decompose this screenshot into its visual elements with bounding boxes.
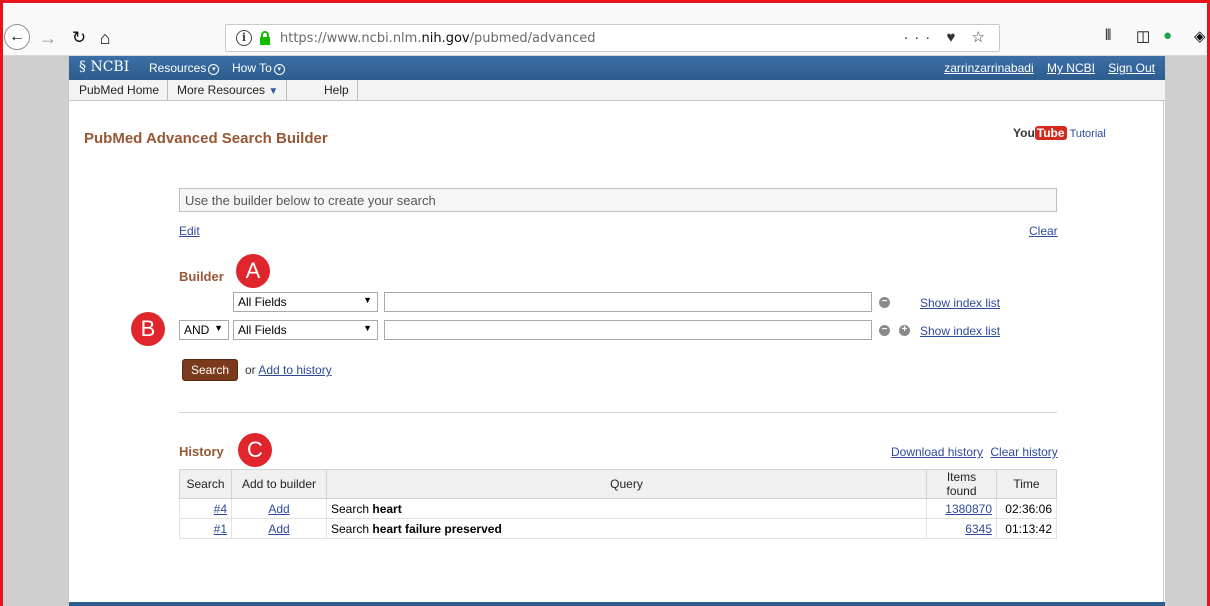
resources-menu[interactable]: Resources ▾ (149, 61, 220, 75)
divider (179, 412, 1057, 413)
operator-select[interactable]: AND ▼ (179, 320, 229, 340)
query-cell: Search heart (326, 498, 927, 519)
ncbi-header: § NCBI Resources ▾ How To ▾ zarrinzarrinab… (69, 56, 1165, 80)
clear-history-link[interactable]: Clear history (990, 445, 1057, 459)
page-margin-right (1165, 56, 1210, 606)
history-links: Download history Clear history (891, 445, 1058, 459)
user-link[interactable]: zarrinzarrinabadi (944, 61, 1033, 75)
dropdown-arrow-icon: ▼ (268, 86, 279, 97)
show-index-link-1[interactable]: Show index list (920, 296, 1000, 310)
footer-strip (69, 602, 1165, 606)
items-found-link[interactable]: 6345 (965, 522, 992, 536)
chevron-down-icon: ▾ (273, 64, 285, 75)
info-icon[interactable]: i (236, 30, 252, 46)
edit-link[interactable]: Edit (179, 224, 200, 238)
dropdown-arrow-icon: ▼ (363, 323, 372, 333)
help-link[interactable]: Help (316, 80, 358, 101)
my-ncbi-link[interactable]: My NCBI (1047, 61, 1095, 75)
table-row: #4 Add Search heart 1380870 02:36:06 (179, 498, 1057, 519)
home-button[interactable]: ⌂ (94, 26, 116, 50)
col-header-items: Items found (926, 469, 997, 499)
page-actions[interactable]: ··· ♥ ☆ (903, 28, 991, 46)
marker-b: B (131, 312, 165, 346)
library-icon[interactable]: ⫴ (1105, 27, 1111, 44)
col-header-time: Time (996, 469, 1057, 499)
youtube-logo-tube: Tube (1034, 126, 1067, 140)
browser-toolbar: ← → ↻ ⌂ i https://www.ncbi.nlm.nih.gov/p… (0, 0, 1210, 56)
sign-out-link[interactable]: Sign Out (1108, 61, 1155, 75)
term-input-2[interactable] (384, 320, 872, 340)
remove-row-icon[interactable]: − (879, 325, 890, 336)
clear-link[interactable]: Clear (1029, 224, 1058, 238)
account-links: zarrinzarrinabadi My NCBI Sign Out (934, 61, 1155, 75)
term-input-1[interactable] (384, 292, 872, 312)
table-header-row: Search Add to builder Query Items found … (179, 469, 1057, 499)
grammarly-icon[interactable]: ● (1163, 27, 1172, 44)
sidebar-icon[interactable]: ◫ (1136, 27, 1150, 45)
search-id-link[interactable]: #1 (214, 522, 227, 536)
time-cell: 02:36:06 (996, 498, 1057, 519)
items-found-link[interactable]: 1380870 (945, 502, 992, 516)
url-bar[interactable]: i https://www.ncbi.nlm.nih.gov/pubmed/ad… (225, 24, 1000, 52)
marker-a: A (236, 254, 270, 288)
pubmed-page: § NCBI Resources ▾ How To ▾ zarrinzarrinab… (68, 56, 1165, 606)
reload-button[interactable]: ↻ (68, 26, 90, 50)
col-header-query: Query (326, 469, 927, 499)
or-text: or Add to history (245, 363, 332, 377)
download-history-link[interactable]: Download history (891, 445, 983, 459)
page-title: PubMed Advanced Search Builder (84, 130, 328, 147)
youtube-logo-you: You (1013, 126, 1035, 140)
pubmed-home-link[interactable]: PubMed Home (71, 80, 169, 101)
builder-label: Builder (179, 269, 224, 284)
col-header-search: Search (179, 469, 232, 499)
add-to-history-link[interactable]: Add to history (258, 363, 331, 377)
more-resources-menu[interactable]: More Resources ▼ (169, 80, 288, 101)
dropdown-arrow-icon: ▼ (214, 323, 223, 333)
time-cell: 01:13:42 (996, 518, 1057, 539)
extension-icon[interactable]: ◈ (1194, 27, 1206, 45)
col-header-add: Add to builder (231, 469, 327, 499)
forward-button[interactable]: → (36, 26, 60, 50)
field-select-1[interactable]: All Fields ▼ (233, 292, 378, 312)
ncbi-logo[interactable]: § NCBI (79, 59, 129, 75)
query-box[interactable]: Use the builder below to create your sea… (179, 188, 1057, 212)
search-id-link[interactable]: #4 (214, 502, 227, 516)
dropdown-arrow-icon: ▼ (363, 295, 372, 305)
lock-icon (260, 31, 270, 45)
tutorial-link[interactable]: Tutorial (1070, 128, 1106, 140)
youtube-tutorial[interactable]: You Tube Tutorial (1013, 126, 1106, 140)
show-index-link-2[interactable]: Show index list (920, 324, 1000, 338)
add-to-builder-link[interactable]: Add (268, 502, 289, 516)
back-button[interactable]: ← (4, 24, 30, 50)
add-to-builder-link[interactable]: Add (268, 522, 289, 536)
field-select-2[interactable]: All Fields ▼ (233, 320, 378, 340)
history-label: History (179, 444, 224, 459)
page-margin-left (3, 56, 68, 606)
url-text: https://www.ncbi.nlm.nih.gov/pubmed/adva… (280, 31, 596, 46)
history-table: Search Add to builder Query Items found … (179, 469, 1057, 539)
table-row: #1 Add Search heart failure preserved 63… (179, 518, 1057, 539)
marker-c: C (238, 433, 272, 467)
remove-row-icon[interactable]: − (879, 297, 890, 308)
chevron-down-icon: ▾ (208, 64, 220, 75)
howto-menu[interactable]: How To ▾ (232, 61, 285, 75)
query-cell: Search heart failure preserved (326, 518, 927, 539)
add-row-icon[interactable]: + (899, 325, 910, 336)
search-button[interactable]: Search (182, 359, 238, 381)
subnav: PubMed Home More Resources ▼ Help (69, 80, 1165, 101)
